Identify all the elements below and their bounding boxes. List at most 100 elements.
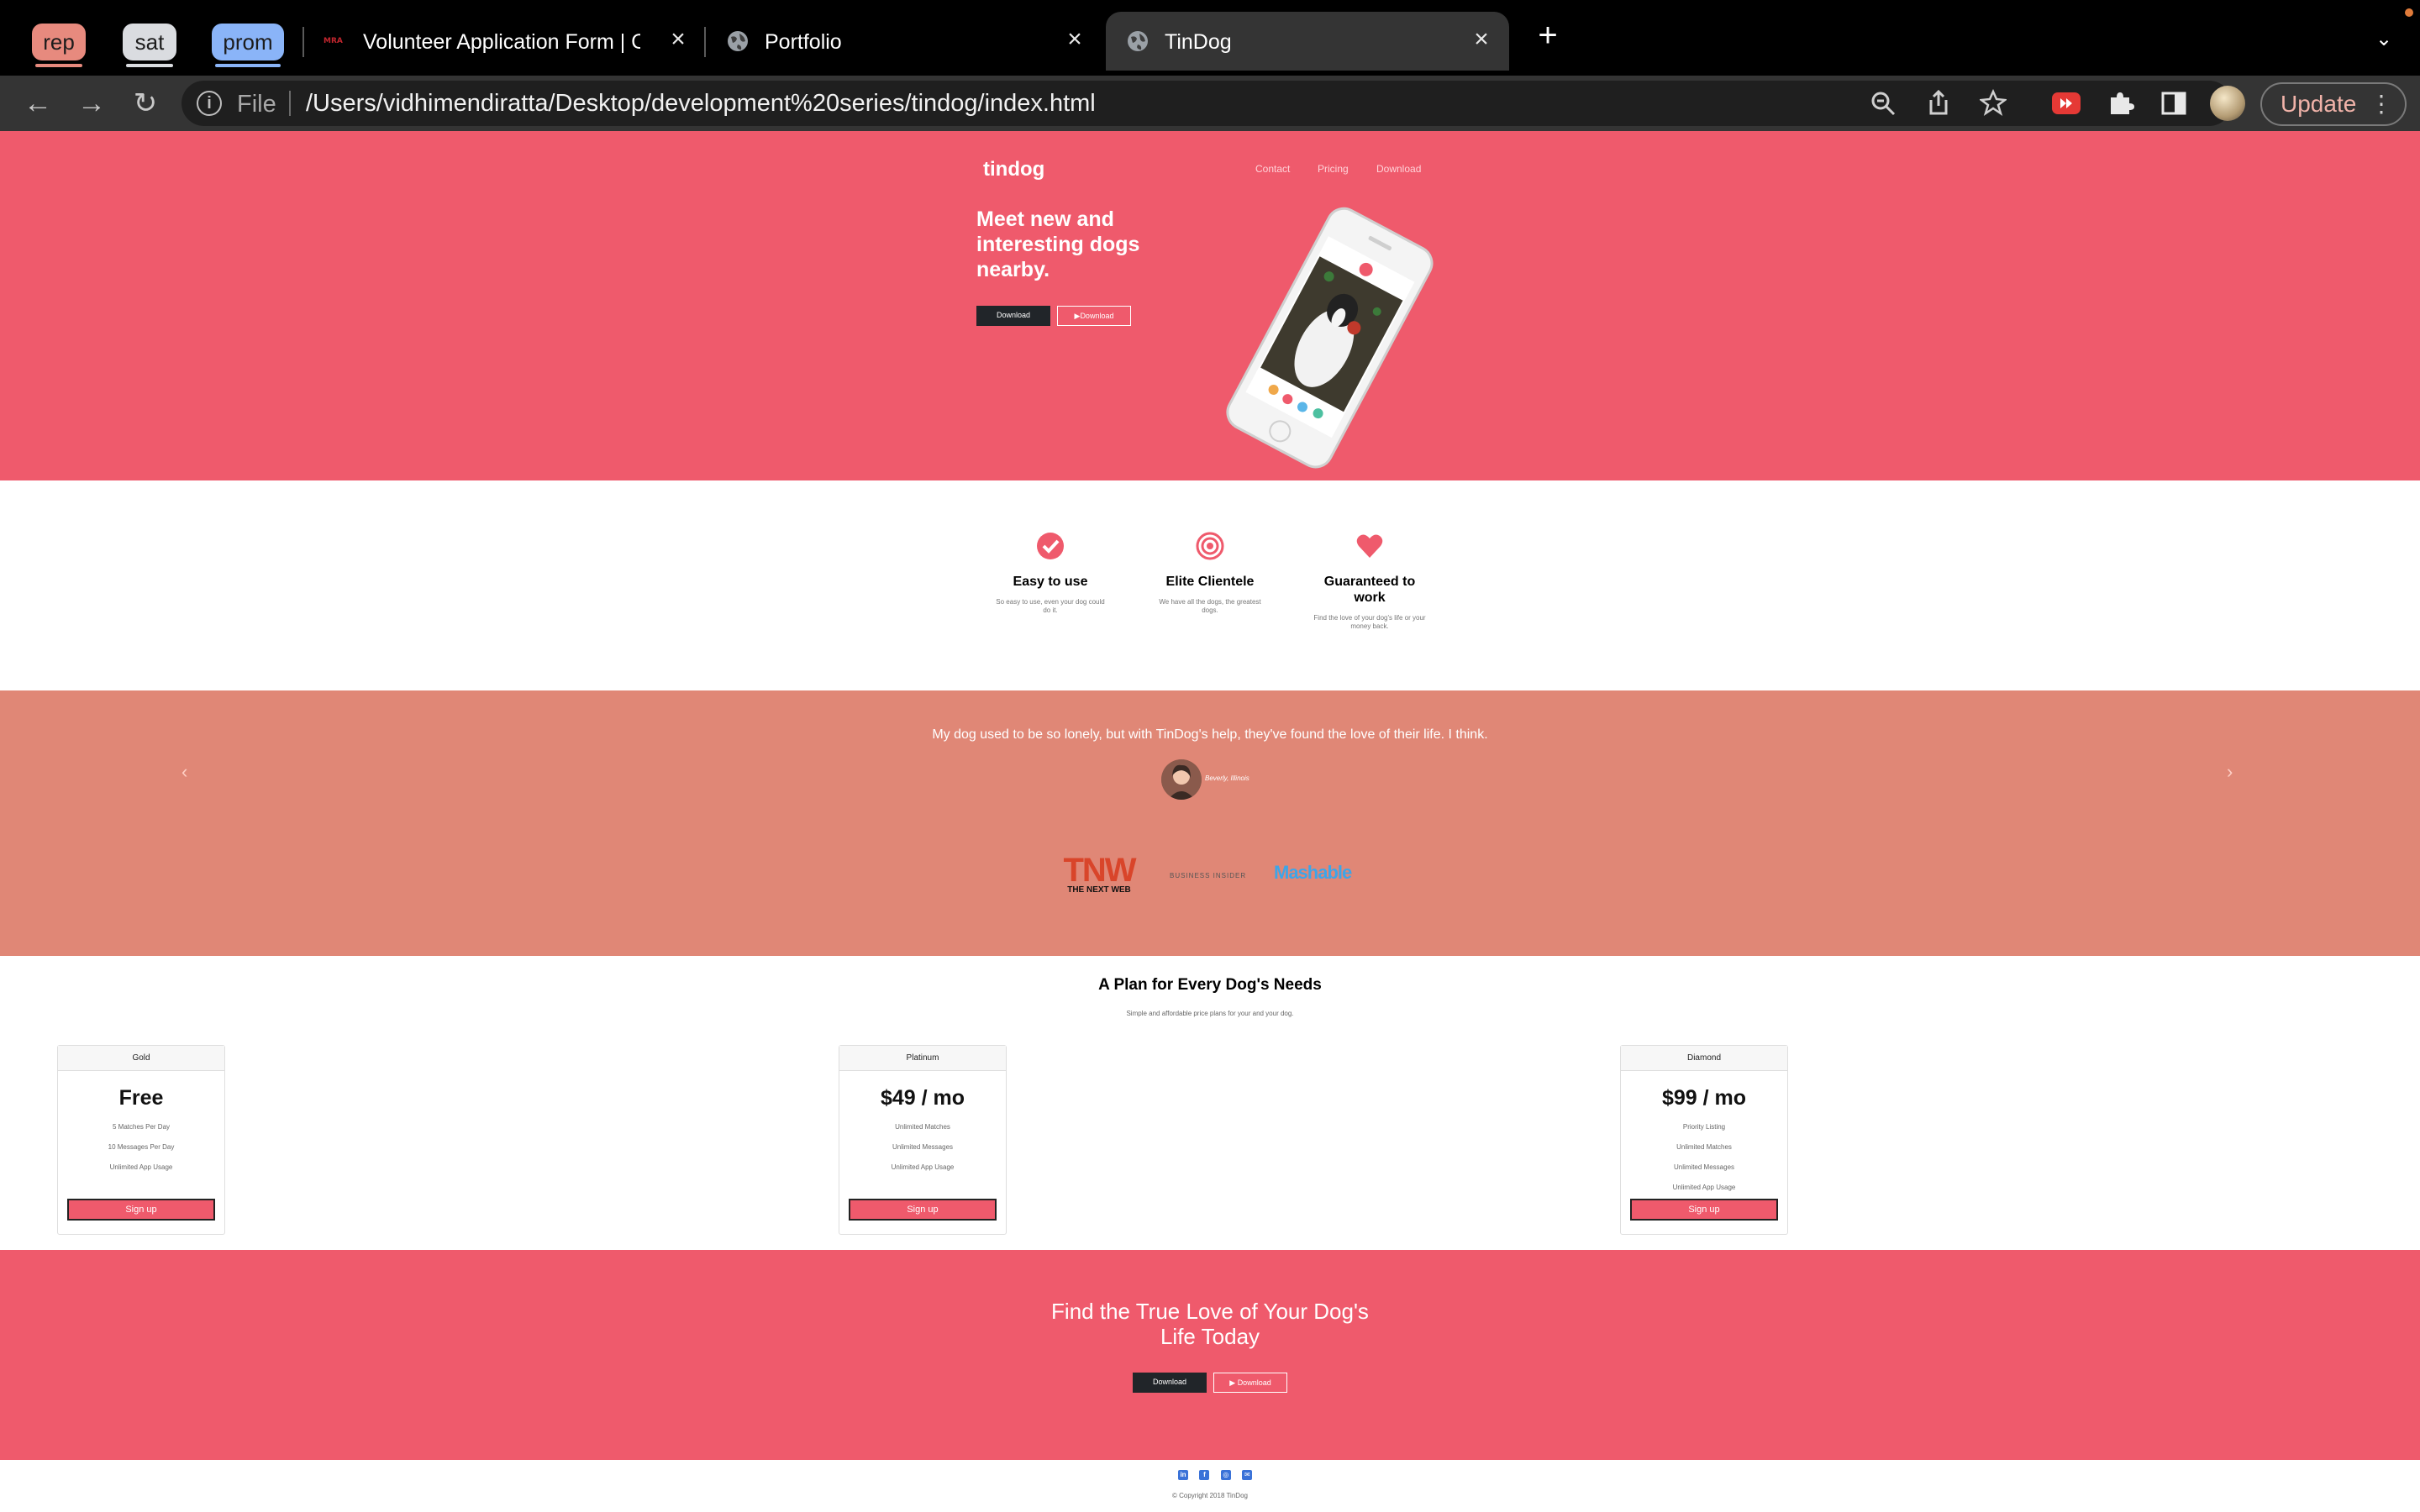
testimonial-quote: My dog used to be so lonely, but with Ti… — [932, 727, 1488, 742]
address-divider — [289, 91, 291, 116]
plan-price: Free — [118, 1086, 164, 1110]
play-icon: ▶ — [1229, 1378, 1238, 1387]
google-play-download-button[interactable]: ▶ Download — [1213, 1373, 1287, 1393]
bullseye-icon — [1196, 532, 1224, 560]
zoom-icon[interactable] — [1870, 91, 1896, 116]
cta-title-line: Life Today — [1160, 1324, 1260, 1349]
feature-elite-clientele: Elite Clientele We have all the dogs, th… — [1143, 529, 1277, 615]
cta-section: Find the True Love of Your Dog's Life To… — [0, 1250, 2420, 1460]
tab-group-underline — [35, 64, 82, 67]
apple-download-button[interactable]: Download — [1133, 1373, 1207, 1393]
feature-title: Guaranteed to work — [1323, 575, 1416, 605]
tab-group-underline — [126, 64, 173, 67]
feature-guaranteed: Guaranteed to work Find the love of your… — [1302, 529, 1437, 631]
pricing-section: A Plan for Every Dog's Needs Simple and … — [0, 956, 2420, 1250]
brand-logo[interactable]: tindog — [983, 158, 1044, 181]
google-play-download-button[interactable]: ▶Download — [1057, 306, 1131, 326]
sign-up-button[interactable]: Sign up — [1630, 1199, 1778, 1221]
address-url[interactable]: /Users/vidhimendiratta/Desktop/developme… — [306, 90, 1096, 118]
plan-feature: 10 Messages Per Day — [108, 1143, 175, 1151]
pricing-subtitle: Simple and affordable price plans for yo… — [1126, 1010, 1294, 1017]
heart-icon — [1356, 534, 1383, 558]
plan-name: Gold — [58, 1046, 224, 1071]
side-panel-icon[interactable] — [2161, 91, 2186, 116]
tab-tindog[interactable]: TinDog × — [1106, 12, 1509, 71]
plan-feature: Unlimited Messages — [892, 1143, 954, 1151]
apple-download-button[interactable]: Download — [976, 306, 1050, 326]
plan-feature: 5 Matches Per Day — [112, 1123, 171, 1131]
carousel-prev-icon[interactable]: ‹ — [182, 761, 187, 783]
profile-avatar[interactable] — [2210, 86, 2245, 121]
tab-search-chevron-icon[interactable]: ⌄ — [2370, 25, 2398, 54]
plan-features: Unlimited Matches Unlimited Messages Unl… — [839, 1117, 1006, 1178]
sign-up-button[interactable]: Sign up — [849, 1199, 997, 1221]
update-button[interactable]: Update ⋮ — [2260, 82, 2407, 126]
nav-pricing[interactable]: Pricing — [1318, 163, 1349, 175]
download-label: Download — [996, 311, 1031, 319]
download-label: Download — [1080, 312, 1114, 320]
youtube-extension-icon[interactable] — [2052, 91, 2081, 116]
sign-up-button[interactable]: Sign up — [67, 1199, 215, 1221]
tab-group-rep[interactable]: rep — [32, 24, 86, 67]
feature-text: Find the love of your dog's life or your… — [1313, 614, 1426, 630]
plan-features: Priority Listing Unlimited Matches Unlim… — [1621, 1117, 1787, 1198]
plan-feature: Unlimited Messages — [1673, 1163, 1735, 1171]
testimonial-author: Beverly, Illinois — [1205, 774, 1249, 782]
bookmark-star-icon[interactable] — [1980, 89, 2007, 116]
plan-feature: Unlimited App Usage — [1672, 1184, 1736, 1191]
feature-title: Elite Clientele — [1165, 575, 1255, 589]
nav-download[interactable]: Download — [1376, 163, 1421, 175]
facebook-icon[interactable]: f — [1199, 1470, 1210, 1480]
tab-title: TinDog — [1165, 30, 1232, 54]
carousel-next-icon[interactable]: › — [2227, 761, 2233, 783]
nav-contact[interactable]: Contact — [1255, 163, 1290, 175]
email-icon[interactable]: ✉ — [1242, 1470, 1253, 1480]
testimonials-section: ‹ › My dog used to be so lonely, but wit… — [0, 690, 2420, 956]
tab-group-label: rep — [43, 29, 75, 55]
feature-text: We have all the dogs, the greatest dogs. — [1159, 598, 1261, 614]
tnw-logo-mark: TNW — [1063, 852, 1136, 889]
plan-feature: Unlimited App Usage — [891, 1163, 955, 1171]
extensions-puzzle-icon[interactable] — [2107, 89, 2134, 116]
tab-group-prom[interactable]: prom — [212, 24, 284, 67]
page-footer: in f ◎ ✉ © Copyright 2018 TinDog — [0, 1460, 2420, 1512]
back-arrow-icon[interactable]: ← — [17, 76, 59, 131]
address-scheme: File — [237, 91, 276, 118]
tab-separator — [302, 27, 304, 57]
tnw-logo: TNW THE NEXT WEB — [1057, 852, 1141, 895]
kebab-menu-icon[interactable]: ⋮ — [2370, 84, 2393, 124]
new-tab-button[interactable]: + — [1531, 18, 1565, 52]
pricing-card-diamond: Diamond $99 / mo Priority Listing Unlimi… — [1620, 1045, 1788, 1235]
close-tab-icon[interactable]: × — [666, 27, 691, 52]
tnw-logo-text: THE NEXT WEB — [1067, 885, 1131, 895]
browser-toolbar: ← → ↻ i File /Users/vidhimendiratta/Desk… — [0, 76, 2420, 131]
pricing-card-platinum: Platinum $49 / mo Unlimited Matches Unli… — [839, 1045, 1007, 1235]
globe-icon — [1128, 31, 1148, 51]
reload-icon[interactable]: ↻ — [124, 76, 166, 131]
site-info-icon[interactable]: i — [197, 91, 222, 116]
hero-section: tindog Contact Pricing Download Meet new… — [0, 131, 2420, 480]
tab-group-sat[interactable]: sat — [123, 24, 176, 67]
instagram-icon[interactable]: ◎ — [1220, 1470, 1231, 1480]
pricing-card-gold: Gold Free 5 Matches Per Day 10 Messages … — [57, 1045, 225, 1235]
social-links: in f ◎ ✉ — [1178, 1470, 1260, 1480]
globe-icon — [728, 31, 748, 51]
address-bar[interactable]: i File /Users/vidhimendiratta/Desktop/de… — [182, 81, 2232, 126]
close-tab-icon[interactable]: × — [1469, 27, 1494, 52]
tab-separator — [704, 27, 706, 57]
favicon-icon: MRA — [323, 35, 351, 45]
close-tab-icon[interactable]: × — [1062, 27, 1087, 52]
cta-title: Find the True Love of Your Dog's Life To… — [0, 1299, 2420, 1349]
plan-name: Diamond — [1621, 1046, 1787, 1071]
notification-dot — [2405, 8, 2413, 17]
forward-arrow-icon[interactable]: → — [71, 76, 113, 131]
business-insider-logo: BUSINESS INSIDER — [1170, 872, 1247, 879]
linkedin-icon[interactable]: in — [1178, 1470, 1188, 1480]
press-logos: TNW THE NEXT WEB BUSINESS INSIDER Mashab… — [0, 852, 2420, 906]
feature-title: Easy to use — [1013, 575, 1088, 589]
tab-portfolio[interactable]: Portfolio × — [719, 12, 1106, 71]
share-icon[interactable] — [1926, 89, 1951, 116]
hero-title: Meet new and interesting dogs nearby. — [976, 207, 1140, 281]
update-label: Update — [2281, 91, 2357, 117]
tab-volunteer-form[interactable]: MRA Volunteer Application Form | Cl × — [319, 12, 697, 71]
